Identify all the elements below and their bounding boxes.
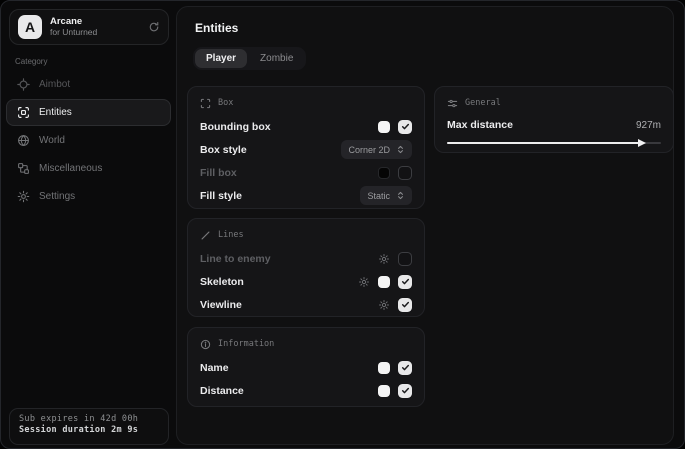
row-label: Box style bbox=[200, 144, 247, 156]
sidebar-item-settings[interactable]: Settings bbox=[6, 183, 171, 210]
color-swatch[interactable] bbox=[378, 276, 390, 288]
setting-row-bounding-box: Bounding box bbox=[200, 115, 412, 138]
sub-expires-text: Sub expires in 42d 00h bbox=[19, 414, 159, 424]
viewline-gear-icon[interactable] bbox=[378, 299, 390, 311]
crosshair-icon bbox=[17, 78, 30, 91]
setting-row-fill-style: Fill style Static bbox=[200, 184, 412, 207]
setting-row-max-distance: Max distance 927m bbox=[447, 115, 661, 135]
skeleton-checkbox[interactable] bbox=[398, 275, 412, 289]
lines-card-title: Lines bbox=[218, 230, 244, 240]
row-label: Viewline bbox=[200, 299, 242, 311]
app-name: Arcane bbox=[50, 17, 140, 28]
setting-row-skeleton: Skeleton bbox=[200, 270, 412, 293]
row-label: Bounding box bbox=[200, 121, 271, 133]
dropdown-value: Corner 2D bbox=[348, 145, 390, 155]
max-distance-value: 927m bbox=[636, 120, 661, 131]
line-to-enemy-gear-icon[interactable] bbox=[378, 253, 390, 265]
info-icon bbox=[200, 339, 211, 350]
row-label: Line to enemy bbox=[200, 253, 271, 265]
slider-thumb[interactable] bbox=[638, 139, 646, 147]
entities-scan-icon bbox=[17, 106, 30, 119]
diagonal-line-icon bbox=[200, 230, 211, 241]
gear-icon bbox=[17, 190, 30, 203]
main-panel: Entities Player Zombie Box Bounding box bbox=[176, 6, 674, 445]
viewline-checkbox[interactable] bbox=[398, 298, 412, 312]
slider-fill bbox=[447, 142, 640, 144]
chevron-expand-icon bbox=[396, 145, 405, 154]
distance-checkbox[interactable] bbox=[398, 384, 412, 398]
setting-row-distance: Distance bbox=[200, 379, 412, 402]
entity-tabs: Player Zombie bbox=[193, 47, 306, 70]
session-duration-text: Session duration 2m 9s bbox=[19, 425, 159, 435]
sidebar-item-aimbot[interactable]: Aimbot bbox=[6, 71, 171, 98]
color-swatch[interactable] bbox=[378, 385, 390, 397]
sidebar-nav: Aimbot Entities World bbox=[6, 71, 171, 211]
tab-zombie[interactable]: Zombie bbox=[249, 49, 304, 68]
general-card-header: General bbox=[447, 96, 661, 110]
box-style-dropdown[interactable]: Corner 2D bbox=[341, 140, 412, 159]
subscription-card: Sub expires in 42d 00h Session duration … bbox=[9, 408, 169, 445]
fill-box-checkbox[interactable] bbox=[398, 166, 412, 180]
line-to-enemy-checkbox[interactable] bbox=[398, 252, 412, 266]
sidebar-item-label: Aimbot bbox=[39, 79, 70, 90]
row-label: Max distance bbox=[447, 119, 513, 131]
app-logo-card: A Arcane for Unturned bbox=[9, 9, 169, 45]
setting-row-box-style: Box style Corner 2D bbox=[200, 138, 412, 161]
chevron-expand-icon bbox=[396, 191, 405, 200]
sidebar-item-label: Settings bbox=[39, 191, 75, 202]
skeleton-gear-icon[interactable] bbox=[358, 276, 370, 288]
sidebar-item-label: Miscellaneous bbox=[39, 163, 102, 174]
color-swatch[interactable] bbox=[378, 362, 390, 374]
row-label: Skeleton bbox=[200, 276, 244, 288]
app-subtitle: for Unturned bbox=[50, 28, 140, 38]
row-label: Distance bbox=[200, 385, 244, 397]
category-label: Category bbox=[15, 57, 47, 66]
information-card: Information Name Distance bbox=[187, 327, 425, 407]
sidebar-item-entities[interactable]: Entities bbox=[6, 99, 171, 126]
fill-style-dropdown[interactable]: Static bbox=[360, 186, 412, 205]
setting-row-fill-box: Fill box bbox=[200, 161, 412, 184]
row-label: Fill box bbox=[200, 167, 237, 179]
name-checkbox[interactable] bbox=[398, 361, 412, 375]
box-card: Box Bounding box Box style Corner 2D bbox=[187, 86, 425, 209]
lines-card: Lines Line to enemy Skeleton bbox=[187, 218, 425, 317]
lines-card-header: Lines bbox=[200, 228, 412, 242]
setting-row-line-to-enemy: Line to enemy bbox=[200, 247, 412, 270]
sync-icon[interactable] bbox=[148, 21, 160, 33]
information-card-header: Information bbox=[200, 337, 412, 351]
globe-icon bbox=[17, 134, 30, 147]
box-corners-icon bbox=[200, 98, 211, 109]
sidebar-item-label: Entities bbox=[39, 107, 72, 118]
max-distance-slider[interactable] bbox=[447, 139, 661, 147]
general-card: General Max distance 927m bbox=[434, 86, 674, 153]
sidebar-item-label: World bbox=[39, 135, 65, 146]
sidebar: A Arcane for Unturned Category Aimbot bbox=[1, 1, 176, 448]
setting-row-viewline: Viewline bbox=[200, 293, 412, 316]
page-title: Entities bbox=[195, 21, 238, 35]
app-title-block: Arcane for Unturned bbox=[50, 17, 140, 38]
tab-player[interactable]: Player bbox=[195, 49, 247, 68]
bounding-box-checkbox[interactable] bbox=[398, 120, 412, 134]
sidebar-item-miscellaneous[interactable]: Miscellaneous bbox=[6, 155, 171, 182]
color-swatch[interactable] bbox=[378, 121, 390, 133]
row-label: Fill style bbox=[200, 190, 242, 202]
box-card-header: Box bbox=[200, 96, 412, 110]
sliders-icon bbox=[447, 98, 458, 109]
workflow-grid-icon bbox=[17, 162, 30, 175]
color-swatch[interactable] bbox=[378, 167, 390, 179]
information-card-title: Information bbox=[218, 339, 274, 349]
app-logo: A bbox=[18, 15, 42, 39]
dropdown-value: Static bbox=[367, 191, 390, 201]
setting-row-name: Name bbox=[200, 356, 412, 379]
row-label: Name bbox=[200, 362, 229, 374]
sidebar-item-world[interactable]: World bbox=[6, 127, 171, 154]
app-window: A Arcane for Unturned Category Aimbot bbox=[0, 0, 685, 449]
box-card-title: Box bbox=[218, 98, 233, 108]
general-card-title: General bbox=[465, 98, 501, 108]
